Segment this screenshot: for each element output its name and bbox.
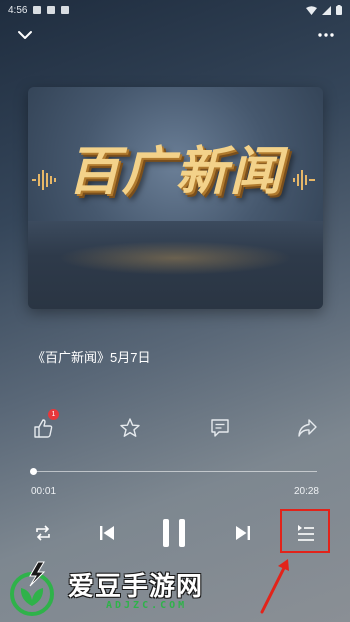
action-row bbox=[0, 417, 350, 441]
more-dots-icon[interactable] bbox=[316, 28, 336, 42]
cover-title: 百广新闻 bbox=[67, 142, 284, 202]
status-time: 4:56 bbox=[8, 4, 28, 16]
comment-icon[interactable] bbox=[209, 417, 231, 439]
track-title: 《百广新闻》5月7日 bbox=[32, 350, 151, 365]
previous-icon[interactable] bbox=[99, 525, 115, 541]
thumbs-up-icon[interactable] bbox=[32, 417, 54, 439]
like-count-badge: 1 bbox=[48, 409, 59, 420]
watermark-text: 爱豆手游网 bbox=[68, 572, 204, 602]
watermark: 爱豆手游网 ADJZC.COM bbox=[8, 560, 238, 620]
notification-icon bbox=[47, 6, 56, 14]
progress-thumb[interactable] bbox=[30, 468, 38, 475]
annotation-arrow-icon bbox=[260, 559, 289, 614]
album-cover: 百广新闻 bbox=[28, 87, 323, 309]
current-time: 00:01 bbox=[31, 486, 57, 497]
player-header bbox=[0, 24, 350, 48]
playlist-highlight-box bbox=[280, 509, 330, 553]
progress-track[interactable] bbox=[33, 471, 317, 472]
signal-icon bbox=[322, 5, 331, 15]
chevron-down-icon[interactable] bbox=[16, 26, 34, 44]
next-icon[interactable] bbox=[235, 525, 251, 541]
star-icon[interactable] bbox=[119, 417, 141, 439]
cover-glow bbox=[58, 241, 293, 275]
sound-wave-icon bbox=[293, 170, 315, 190]
wifi-icon bbox=[306, 5, 317, 15]
watermark-domain: ADJZC.COM bbox=[106, 600, 188, 611]
notification-icon bbox=[33, 6, 42, 14]
total-time: 20:28 bbox=[293, 486, 319, 497]
progress-bar[interactable] bbox=[30, 468, 317, 475]
battery-icon bbox=[336, 5, 342, 15]
repeat-icon[interactable] bbox=[33, 524, 53, 542]
sim-icon bbox=[61, 6, 70, 14]
share-icon[interactable] bbox=[296, 417, 318, 439]
pause-icon[interactable] bbox=[161, 518, 187, 548]
watermark-logo-icon bbox=[10, 561, 54, 616]
status-bar: 4:56 bbox=[0, 0, 350, 20]
